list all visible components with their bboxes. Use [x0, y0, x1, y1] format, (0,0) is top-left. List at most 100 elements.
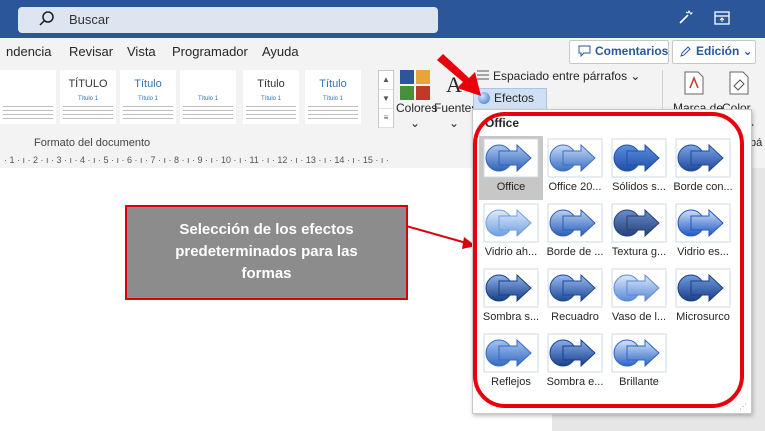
fonts-label[interactable]: Fuentes	[434, 101, 477, 115]
tab-revisar[interactable]: Revisar	[69, 44, 113, 59]
tab-programador[interactable]: Programador	[172, 44, 248, 59]
effect-option-frame[interactable]: Recuadro	[543, 266, 607, 330]
effect-preview-icon	[483, 138, 539, 178]
style-text-line	[308, 106, 358, 107]
effect-preview-icon	[483, 268, 539, 308]
effect-preview-icon	[611, 268, 667, 308]
style-thumbnail[interactable]	[0, 70, 56, 124]
effect-option-label: Reflejos	[491, 376, 531, 388]
fonts-chevron-icon[interactable]: ⌄	[449, 116, 459, 130]
style-text-line	[308, 110, 358, 111]
style-thumbnail[interactable]: Título 1	[180, 70, 236, 124]
style-text-line	[246, 118, 296, 119]
annotation-callout: Selección de los efectos predeterminados…	[125, 205, 408, 300]
callout-line-1: Selección de los efectos	[179, 221, 354, 238]
style-text-line	[246, 114, 296, 115]
effect-option-label: Microsurco	[676, 311, 730, 323]
effect-option-shadow2[interactable]: Sombra e...	[543, 331, 607, 395]
effect-option-bright[interactable]: Brillante	[607, 331, 671, 395]
colors-label[interactable]: Colores	[396, 101, 437, 115]
effect-option-label: Textura g...	[611, 246, 667, 258]
effect-option-label: Sombra e...	[546, 376, 604, 388]
colors-chevron-icon[interactable]: ⌄	[410, 116, 420, 130]
style-thumbnail[interactable]: Título Título 1	[305, 70, 361, 124]
magic-pen-icon[interactable]	[675, 8, 695, 28]
gallery-scroll[interactable]: ▲ ▼ ≡	[378, 70, 394, 128]
style-title: Título	[134, 78, 162, 90]
effect-option-reflect[interactable]: Reflejos	[479, 331, 543, 395]
effect-option-label: Sólidos s...	[612, 181, 666, 193]
resize-grip-icon[interactable]: ⋰	[739, 402, 747, 411]
paragraph-spacing-button[interactable]: Espaciado entre párrafos ⌄	[493, 69, 640, 83]
colors-icon[interactable]	[398, 68, 432, 102]
editing-button[interactable]: Edición ⌄	[672, 40, 756, 64]
effect-option-groove[interactable]: Microsurco	[671, 266, 735, 330]
ribbon-display-icon[interactable]	[712, 8, 732, 28]
style-text-line	[123, 110, 173, 111]
effect-preview-icon	[547, 203, 603, 243]
style-text-line	[246, 106, 296, 107]
scroll-down-icon[interactable]: ▼	[379, 90, 393, 109]
effect-option-label: Sombra s...	[482, 311, 540, 323]
effects-dropdown: Office Office Office 20... Sólidos s... Bor…	[472, 109, 752, 414]
page-color-icon[interactable]	[728, 70, 750, 96]
style-text-line	[246, 110, 296, 111]
effect-preview-icon	[675, 268, 731, 308]
effect-option-label: Office 20...	[548, 181, 602, 193]
style-text-line	[3, 106, 53, 107]
effect-option-label: Vidrio es...	[677, 246, 729, 258]
style-thumbnail[interactable]: Título Título 1	[120, 70, 176, 124]
style-subtitle: Título 1	[260, 96, 281, 102]
effect-option-label: Vaso de l...	[611, 311, 667, 323]
style-thumbnail[interactable]: Título Título 1	[243, 70, 299, 124]
effect-option-label: Borde de ...	[546, 246, 604, 258]
callout-line-3: formas	[241, 265, 292, 282]
effect-option-office2[interactable]: Office 20...	[543, 136, 607, 200]
search-box[interactable]: Buscar	[18, 7, 438, 33]
style-thumbnail[interactable]: TÍTULO Título 1	[60, 70, 116, 124]
effect-preview-icon	[547, 138, 603, 178]
effect-option-border[interactable]: Borde con...	[671, 136, 735, 200]
tab-ayuda[interactable]: Ayuda	[262, 44, 299, 59]
tab-vista[interactable]: Vista	[127, 44, 156, 59]
style-text-line	[63, 106, 113, 107]
scroll-up-icon[interactable]: ▲	[379, 71, 393, 90]
title-bar: Buscar	[0, 0, 765, 38]
effect-option-glass[interactable]: Vidrio ah...	[479, 201, 543, 265]
pencil-icon	[680, 46, 691, 57]
effect-preview-icon	[547, 268, 603, 308]
style-title: TÍTULO	[68, 78, 108, 90]
style-subtitle: Título 1	[137, 96, 158, 102]
gallery-more-icon[interactable]: ≡	[379, 109, 393, 128]
effect-option-solid[interactable]: Sólidos s...	[607, 136, 671, 200]
style-text-line	[3, 110, 53, 111]
style-text-line	[123, 106, 173, 107]
style-text-line	[3, 114, 53, 115]
comments-label: Comentarios	[595, 44, 669, 58]
document-format-group-label: Formato del documento	[34, 137, 151, 149]
effect-option-glass2[interactable]: Vidrio es...	[671, 201, 735, 265]
comments-button[interactable]: Comentarios	[569, 40, 669, 64]
effect-option-edge[interactable]: Borde de ...	[543, 201, 607, 265]
callout-pointer-arrow	[406, 225, 476, 249]
effect-option-vase[interactable]: Vaso de l...	[607, 266, 671, 330]
watermark-icon[interactable]	[683, 70, 705, 96]
style-subtitle: Título 1	[77, 96, 98, 102]
search-icon	[39, 11, 54, 26]
effect-option-shadow[interactable]: Sombra s...	[479, 266, 543, 330]
effect-preview-icon	[483, 333, 539, 373]
search-placeholder: Buscar	[69, 12, 110, 27]
red-pointer-arrow-icon	[437, 54, 481, 96]
style-title: Título	[257, 78, 285, 90]
style-title: Título	[319, 78, 347, 90]
style-text-line	[63, 114, 113, 115]
tab-referencias[interactable]: ndencia	[6, 44, 52, 59]
style-text-line	[3, 118, 53, 119]
effect-preview-icon	[611, 138, 667, 178]
dropdown-section-header: Office	[485, 116, 520, 130]
effect-option-label: Brillante	[619, 376, 659, 388]
effect-option-label: Borde con...	[673, 181, 733, 193]
effect-option-texture[interactable]: Textura g...	[607, 201, 671, 265]
style-subtitle: Título 1	[322, 96, 343, 102]
effect-option-office[interactable]: Office	[479, 136, 543, 200]
